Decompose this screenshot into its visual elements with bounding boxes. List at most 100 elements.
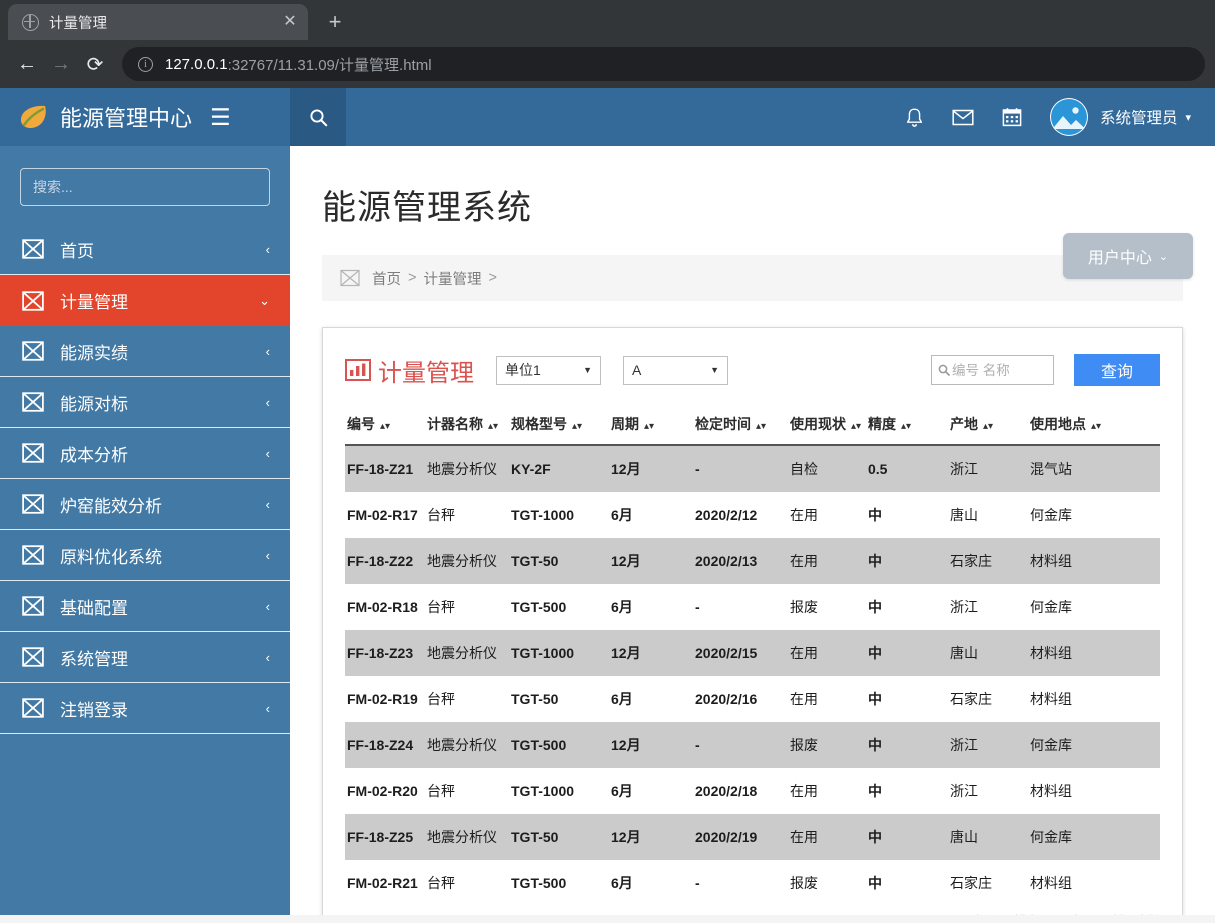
sort-updown-icon[interactable]: ▴▾	[901, 421, 911, 432]
broken-image-icon	[22, 239, 44, 259]
table-cell: 2020/2/13	[695, 553, 758, 569]
table-cell: FF-18-Z23	[347, 645, 414, 661]
sort-updown-icon[interactable]: ▴▾	[644, 421, 654, 432]
sidebar: 首页‹计量管理⌄能源实绩‹能源对标‹成本分析‹炉窑能效分析‹原料优化系统‹基础配…	[0, 146, 307, 923]
breadcrumb-home[interactable]: 首页	[372, 268, 401, 289]
table-search-input[interactable]	[952, 362, 1047, 378]
table-column-header-3[interactable]: 周期 ▴▾	[611, 408, 695, 446]
sidebar-item-1[interactable]: 计量管理 ⌄	[0, 275, 307, 326]
user-center-button[interactable]: 用户中心 ⌄	[1063, 233, 1193, 279]
sidebar-item-2[interactable]: 能源实绩 ‹	[0, 326, 290, 377]
address-bar[interactable]: i 127.0.0.1 :32767/11.31.09/计量管理.html	[122, 47, 1205, 81]
table-search-box[interactable]	[931, 355, 1054, 385]
table-column-header-8[interactable]: 使用地点 ▴▾	[1030, 408, 1160, 446]
table-cell: 在用	[790, 829, 818, 845]
sort-updown-icon[interactable]: ▴▾	[380, 421, 390, 432]
unit-select[interactable]: 单位1 ▼	[496, 355, 601, 385]
table-row[interactable]: FF-18-Z24 地震分析仪 TGT-500 12月 - 报废 中 浙江 何金库	[345, 722, 1160, 768]
table-row[interactable]: FM-02-R20 台秤 TGT-1000 6月 2020/2/18 在用 中 浙江 材料组	[345, 768, 1160, 814]
brand[interactable]: 能源管理中心 ☰	[0, 88, 290, 146]
query-button[interactable]: 查询	[1074, 354, 1160, 386]
sidebar-item-label: 成本分析	[60, 445, 128, 465]
broken-image-icon	[22, 392, 44, 412]
card-toolbar: 计量管理 单位1 ▼ A ▼ 编号 名称 查询	[345, 350, 1160, 390]
sort-updown-icon[interactable]: ▴▾	[1091, 421, 1101, 432]
sidebar-item-0[interactable]: 首页 ‹	[0, 224, 290, 275]
table-cell: 2020/2/15	[695, 645, 758, 661]
table-cell: 在用	[790, 691, 818, 707]
sidebar-item-4[interactable]: 成本分析 ‹	[0, 428, 290, 479]
sort-updown-icon[interactable]: ▴▾	[572, 421, 582, 432]
table-cell: 0.5	[868, 461, 888, 477]
table-cell: 12月	[611, 461, 641, 477]
avatar[interactable]	[1049, 98, 1088, 136]
table-row[interactable]: FM-02-R17 台秤 TGT-1000 6月 2020/2/12 在用 中 唐山 何金库	[345, 492, 1160, 538]
sidebar-item-9[interactable]: 注销登录 ‹	[0, 683, 290, 734]
search-input[interactable]	[20, 168, 270, 206]
sort-updown-icon[interactable]: ▴▾	[983, 421, 993, 432]
sidebar-item-5[interactable]: 炉窑能效分析 ‹	[0, 479, 290, 530]
sidebar-item-6[interactable]: 原料优化系统 ‹	[0, 530, 290, 581]
table-cell: 唐山	[950, 645, 978, 661]
table-row[interactable]: FF-18-Z22 地震分析仪 TGT-50 12月 2020/2/13 在用 中 石家庄 材料…	[345, 538, 1160, 584]
table-row[interactable]: FM-02-R21 台秤 TGT-500 6月 - 报废 中 石家庄 材料组	[345, 860, 1160, 906]
table-column-header-1[interactable]: 计器名称 ▴▾	[427, 408, 511, 446]
table-cell: 浙江	[950, 599, 978, 615]
breadcrumb-current[interactable]: 计量管理	[423, 268, 481, 289]
table-column-header-6[interactable]: 精度 ▴▾	[868, 408, 950, 446]
forward-icon[interactable]: →	[44, 47, 78, 81]
chevron-left-icon: ‹	[265, 547, 270, 563]
table-cell: 报废	[790, 599, 818, 615]
browser-tab[interactable]: 计量管理 ✕	[8, 4, 308, 40]
chevron-left-icon: ‹	[265, 496, 270, 512]
sort-updown-icon[interactable]: ▴▾	[756, 421, 766, 432]
table-cell: 何金库	[1030, 829, 1072, 845]
table-cell: 浙江	[950, 737, 978, 753]
app-layout: 首页‹计量管理⌄能源实绩‹能源对标‹成本分析‹炉窑能效分析‹原料优化系统‹基础配…	[0, 146, 1215, 923]
reload-icon[interactable]: ⟳	[78, 47, 112, 81]
table-cell: 地震分析仪	[427, 829, 497, 845]
table-column-header-0[interactable]: 编号 ▴▾	[345, 408, 427, 446]
table-row[interactable]: FF-18-Z25 地震分析仪 TGT-50 12月 2020/2/19 在用 中 唐山 何金库	[345, 814, 1160, 860]
table-cell: 石家庄	[950, 875, 992, 891]
hamburger-menu-icon[interactable]: ☰	[210, 105, 231, 129]
new-tab-button[interactable]: +	[320, 8, 350, 36]
sort-updown-icon[interactable]: ▴▾	[851, 421, 861, 432]
table-cell: 唐山	[950, 829, 978, 845]
table-cell: TGT-50	[511, 691, 559, 707]
table-cell: 6月	[611, 783, 633, 799]
sidebar-item-label: 能源实绩	[60, 343, 128, 363]
table-column-header-2[interactable]: 规格型号 ▴▾	[511, 408, 611, 446]
table-cell: 地震分析仪	[427, 737, 497, 753]
table-row[interactable]: FM-02-R19 台秤 TGT-50 6月 2020/2/16 在用 中 石家庄 材料组	[345, 676, 1160, 722]
messages-button[interactable]	[952, 109, 974, 126]
broken-image-icon	[22, 494, 44, 514]
calendar-button[interactable]	[1002, 107, 1022, 127]
brand-title: 能源管理中心	[60, 106, 193, 131]
table-column-header-4[interactable]: 检定时间 ▴▾	[695, 408, 790, 446]
site-info-icon[interactable]: i	[138, 56, 153, 72]
back-icon[interactable]: ←	[10, 47, 44, 81]
chevron-left-icon: ‹	[265, 241, 270, 257]
sidebar-item-3[interactable]: 能源对标 ‹	[0, 377, 290, 428]
table-row[interactable]: FF-18-Z21 地震分析仪 KY-2F 12月 - 自检 0.5 浙江 混气站	[345, 445, 1160, 492]
table-column-header-5[interactable]: 使用现状 ▴▾	[790, 408, 868, 446]
table-cell: 在用	[790, 645, 818, 661]
table-cell: TGT-500	[511, 875, 567, 891]
close-icon[interactable]: ✕	[280, 12, 300, 32]
sidebar-item-8[interactable]: 系统管理 ‹	[0, 632, 290, 683]
column-label: 产地	[950, 416, 978, 432]
broken-image-icon	[22, 443, 44, 463]
letter-select[interactable]: A ▼	[623, 355, 728, 385]
table-cell: 材料组	[1030, 553, 1072, 569]
table-column-header-7[interactable]: 产地 ▴▾	[950, 408, 1030, 446]
chevron-down-icon[interactable]: ▾	[1185, 111, 1191, 124]
header-search-button[interactable]	[290, 88, 346, 146]
sidebar-item-7[interactable]: 基础配置 ‹	[0, 581, 290, 632]
table-row[interactable]: FM-02-R18 台秤 TGT-500 6月 - 报废 中 浙江 何金库	[345, 584, 1160, 630]
notifications-button[interactable]	[905, 107, 924, 128]
chevron-down-icon: ⌄	[259, 292, 270, 308]
table-row[interactable]: FF-18-Z23 地震分析仪 TGT-1000 12月 2020/2/15 在用 中 唐山 材…	[345, 630, 1160, 676]
page-title: 能源管理系统	[322, 189, 532, 227]
sort-updown-icon[interactable]: ▴▾	[488, 421, 498, 432]
